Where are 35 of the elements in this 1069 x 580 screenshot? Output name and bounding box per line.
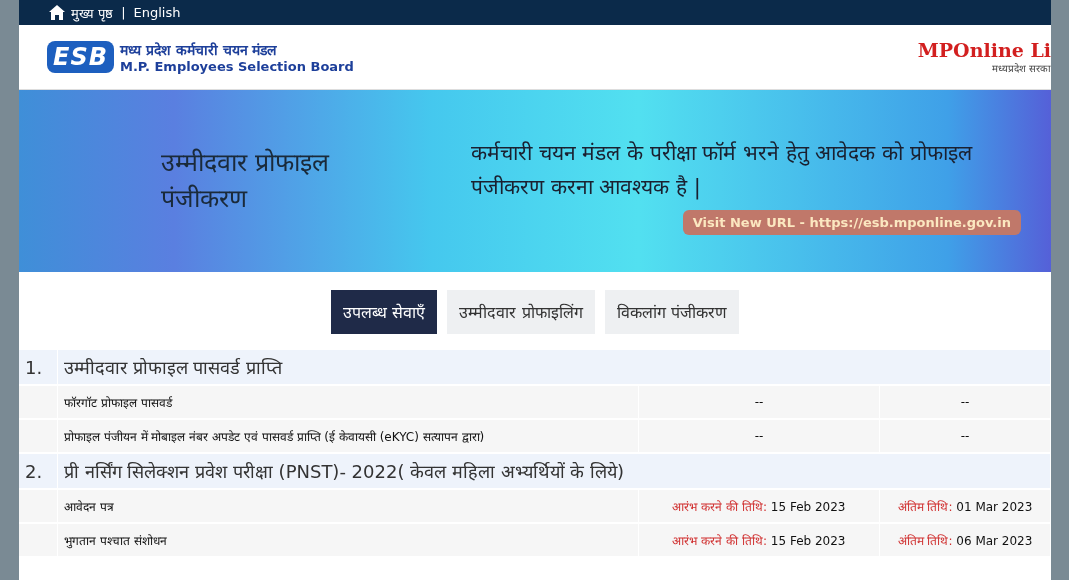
service-link[interactable]: फॉरगॉट प्रोफाइल पासवर्ड [57,385,639,419]
date-value: 15 Feb 2023 [770,499,846,514]
partner-logo: MPOnline Li [917,39,1051,61]
banner-title: उम्मीदवार प्रोफाइल पंजीकरण [161,146,331,215]
service-link[interactable]: भुगतान पश्चात संशोधन [57,523,639,557]
date-value: -- [754,429,764,443]
logo-mark: ESB [47,41,114,73]
section-title: उम्मीदवार प्रोफाइल पासवर्ड प्राप्ति [57,350,1051,385]
date-value: 01 Mar 2023 [956,499,1033,514]
section-number: 2. [19,453,58,489]
separator: | [121,5,126,20]
date-value: -- [960,429,970,443]
section-number: 1. [19,350,58,385]
tab[interactable]: उपलब्ध सेवाएँ [331,290,438,334]
date-value: -- [960,395,970,409]
tab[interactable]: उम्मीदवार प्रोफाइलिंग [447,290,595,334]
date-label: आरंभ करने की तिथि: [672,533,767,548]
partner-subtitle: मध्यप्रदेश सरका [991,62,1051,75]
date-label: अंतिम तिथि: [897,499,953,514]
service-link[interactable]: आवेदन पत्र [57,489,639,523]
org-name-hindi: मध्य प्रदेश कर्मचारी चयन मंडल [120,41,278,59]
section-title: प्री नर्सिंग सिलेक्शन प्रवेश परीक्षा (PNST)- 2022( केवल महिला अभ्यर्थियों के लिये) [57,453,1051,489]
banner-message: कर्मचारी चयन मंडल के परीक्षा फॉर्म भरने हेतु आवेदक को प्रोफाइल पंजीकरण करना आवश्यक है | [471,139,974,202]
home-link[interactable]: मुख्य पृष्ठ [71,3,114,22]
date-label: आरंभ करने की तिथि: [672,499,767,514]
language-link[interactable]: English [133,5,181,20]
date-value: 15 Feb 2023 [770,533,846,548]
tab[interactable]: विकलांग पंजीकरण [604,290,739,334]
date-value: -- [754,395,764,409]
org-name-english: M.P. Employees Selection Board [120,59,354,74]
service-link[interactable]: प्रोफाइल पंजीयन में मोबाइल नंबर अपडेट एवं पासवर्ड प्राप्ति (ई केवायसी (eKYC) सत्यापन द्वारा) [57,419,639,453]
date-label: अंतिम तिथि: [897,533,953,548]
home-icon[interactable] [49,5,65,20]
url-notice: Visit New URL - https://esb.mponline.gov.in [682,210,1021,236]
date-value: 06 Mar 2023 [956,533,1033,548]
